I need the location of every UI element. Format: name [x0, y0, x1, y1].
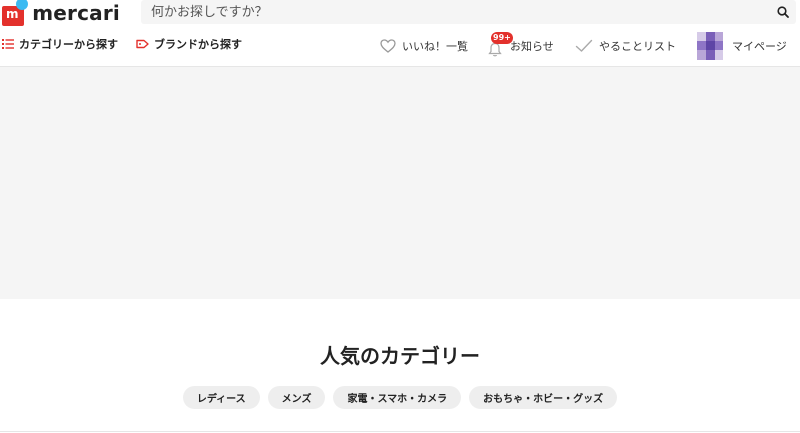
notification-bell-wrap: 99+ — [488, 32, 513, 60]
browse-by-category-link[interactable]: カテゴリーから探す — [2, 36, 118, 52]
popular-categories-title: 人気のカテゴリー — [320, 344, 480, 368]
search-icon — [777, 6, 789, 18]
likes-link[interactable]: いいね！一覧 — [380, 32, 468, 60]
tag-icon — [136, 39, 149, 49]
popular-categories-chips: レディース メンズ 家電・スマホ・カメラ おもちゃ・ホビー・グッズ — [0, 386, 800, 409]
category-chip-ladies[interactable]: レディース — [182, 386, 260, 409]
mypage-link[interactable]: マイページ — [697, 32, 787, 60]
notifications-badge: 99+ — [491, 32, 513, 44]
divider — [0, 431, 800, 432]
mypage-label: マイページ — [732, 40, 787, 53]
todo-list-link[interactable]: やることリスト — [575, 32, 676, 60]
nav-left: カテゴリーから探す ブランドから探す — [2, 36, 242, 52]
hero-banner-placeholder — [0, 67, 800, 299]
category-chip-electronics[interactable]: 家電・スマホ・カメラ — [333, 386, 462, 409]
likes-label: いいね！一覧 — [402, 40, 468, 53]
search-button[interactable] — [770, 0, 796, 24]
category-chip-toys-hobby[interactable]: おもちゃ・ホビー・グッズ — [469, 386, 618, 409]
category-chip-mens[interactable]: メンズ — [267, 386, 326, 409]
browse-by-category-label: カテゴリーから探す — [19, 38, 118, 51]
mercari-logo-icon — [2, 0, 28, 26]
browse-by-brand-link[interactable]: ブランドから探す — [136, 36, 242, 52]
logo-text: mercari — [32, 1, 120, 25]
browse-by-brand-label: ブランドから探す — [154, 38, 242, 51]
mercari-logo[interactable]: mercari — [0, 0, 120, 26]
search-input[interactable] — [141, 0, 770, 24]
avatar — [697, 32, 723, 60]
todo-list-label: やることリスト — [599, 40, 676, 53]
list-icon — [2, 39, 14, 49]
header: mercari カテゴリーから探す — [0, 0, 800, 67]
notifications-label: お知らせ — [510, 40, 554, 53]
notifications-link[interactable]: 99+ お知らせ — [488, 32, 554, 60]
heart-icon — [380, 39, 396, 53]
checkmark-icon — [575, 39, 593, 52]
search-bar — [141, 0, 796, 24]
